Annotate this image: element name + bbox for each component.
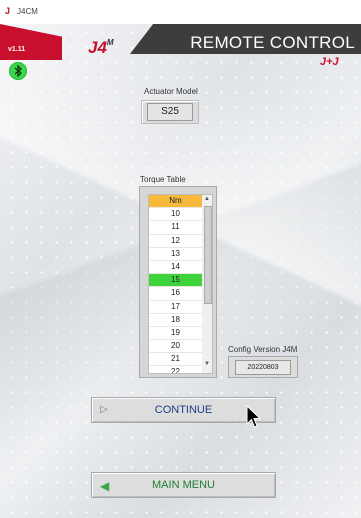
actuator-model-field: S25 bbox=[141, 100, 199, 124]
list-item-selected[interactable]: 15 bbox=[149, 274, 202, 288]
main-menu-button-label: MAIN MENU bbox=[152, 479, 215, 491]
list-item[interactable]: 17 bbox=[149, 301, 202, 314]
list-item[interactable]: 21 bbox=[149, 353, 202, 367]
actuator-model-value: S25 bbox=[147, 103, 193, 121]
list-item[interactable]: 22 bbox=[149, 366, 202, 373]
title-bar: J J4CM bbox=[0, 0, 361, 24]
config-version-value: 20220803 bbox=[235, 359, 291, 375]
config-version-field: 20220803 bbox=[228, 356, 298, 378]
list-item[interactable]: 16 bbox=[149, 287, 202, 301]
list-item[interactable]: 13 bbox=[149, 248, 202, 261]
actuator-model-label: Actuator Model bbox=[144, 87, 198, 96]
bluetooth-status-button[interactable] bbox=[9, 62, 27, 80]
j4m-logo-sub: M bbox=[106, 38, 114, 47]
j4cm-app-icon: J bbox=[5, 6, 11, 16]
list-item[interactable]: 14 bbox=[149, 261, 202, 275]
torque-table-list[interactable]: Nm 10 11 12 13 14 15 16 17 18 19 20 21 2… bbox=[148, 194, 203, 374]
torque-table-label: Torque Table bbox=[140, 175, 186, 184]
version-label: v1.11 bbox=[8, 46, 26, 53]
torque-table-header: Nm bbox=[149, 195, 202, 209]
list-item[interactable]: 12 bbox=[149, 235, 202, 248]
list-item[interactable]: 11 bbox=[149, 221, 202, 235]
main-menu-button[interactable]: ◀ MAIN MENU bbox=[91, 472, 276, 498]
page-title: REMOTE CONTROL bbox=[190, 33, 355, 52]
mouse-cursor-icon bbox=[246, 405, 262, 428]
j4m-logo: J4M bbox=[88, 38, 114, 58]
bluetooth-icon bbox=[14, 65, 22, 77]
window-title: J4CM bbox=[17, 7, 38, 16]
app-window: J J4CM v1.11 REMOTE CONTROL J4M J+J Actu… bbox=[0, 0, 361, 518]
j4m-logo-text: J4 bbox=[88, 38, 107, 57]
list-item[interactable]: 19 bbox=[149, 327, 202, 341]
scroll-up-icon[interactable]: ▲ bbox=[204, 196, 210, 202]
list-item[interactable]: 20 bbox=[149, 340, 202, 354]
config-version-label: Config Version J4M bbox=[228, 345, 298, 354]
scrollbar-thumb[interactable] bbox=[204, 206, 212, 304]
jj-logo: J+J bbox=[320, 56, 339, 68]
list-item[interactable]: 18 bbox=[149, 314, 202, 327]
scroll-down-icon[interactable]: ▼ bbox=[204, 361, 210, 367]
list-item[interactable]: 10 bbox=[149, 208, 202, 222]
